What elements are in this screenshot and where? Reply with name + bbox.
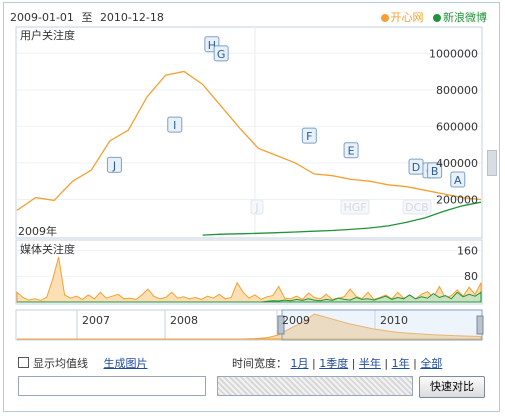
y-tick-label: 800000	[436, 84, 478, 97]
event-label: J	[112, 159, 116, 172]
show-average-label: 显示均值线	[33, 357, 88, 370]
overview-right-handle[interactable]	[476, 315, 484, 335]
event-label: G	[217, 48, 226, 61]
media-attention-title: 媒体关注度	[20, 242, 75, 256]
show-average-toggle[interactable]: 显示均值线	[18, 357, 88, 370]
overview-year-label: 2008	[170, 314, 198, 327]
range-1-quarter[interactable]: 1季度	[319, 357, 348, 370]
range-1-year[interactable]: 1年	[392, 357, 410, 370]
checkbox-icon[interactable]	[18, 357, 29, 368]
ghost-event-label: DCB	[405, 201, 429, 214]
time-width-label: 时间宽度：	[232, 357, 287, 370]
chart-svg: JHGFEDCB JIHGFEDCBA 20000040000060000080…	[15, 26, 484, 341]
y-tick-label: 1000000	[429, 47, 478, 60]
event-marker-a: A	[450, 171, 466, 188]
y-tick-label: 600000	[436, 120, 478, 133]
event-marker-i: I	[167, 116, 183, 133]
overview-year-label: 2007	[82, 314, 110, 327]
y-tick-label: 200000	[436, 193, 478, 206]
range-1-month[interactable]: 1月	[291, 357, 309, 370]
event-label: A	[454, 174, 462, 187]
quick-compare-button[interactable]: 快速对比	[419, 376, 485, 398]
event-label: D	[412, 161, 420, 174]
overview-year-label: 2010	[380, 314, 408, 327]
y-tick-label: 400000	[436, 157, 478, 170]
generate-image-link[interactable]: 生成图片	[104, 357, 148, 370]
event-marker-d: D	[408, 158, 424, 175]
range-all[interactable]: 全部	[420, 357, 442, 370]
event-label: E	[348, 145, 355, 158]
event-label: F	[306, 130, 312, 143]
y-tick-label: 160	[457, 244, 478, 257]
time-width-group: 时间宽度： 1月 | 1季度 | 半年 | 1年 | 全部	[232, 357, 443, 370]
media-attention-panel	[15, 239, 483, 305]
event-marker-e: E	[343, 142, 359, 159]
keyword-input[interactable]	[18, 376, 206, 396]
controls-bar: 显示均值线 生成图片 时间宽度： 1月 | 1季度 | 半年 | 1年 | 全部	[18, 355, 488, 375]
y-tick-label: 80	[464, 270, 478, 283]
range-half-year[interactable]: 半年	[359, 357, 381, 370]
year-label: 2009年	[18, 224, 57, 238]
event-marker-f: F	[301, 127, 317, 144]
event-marker-g: G	[213, 45, 229, 62]
event-label: I	[173, 119, 176, 132]
bottom-scrollbar[interactable]	[217, 376, 413, 396]
event-marker-j: J	[106, 156, 122, 173]
ghost-event-label: HGF	[343, 201, 366, 214]
ghost-event-label: J	[254, 201, 258, 214]
user-attention-title: 用户关注度	[20, 28, 75, 42]
overview-year-label: 2009	[282, 314, 310, 327]
